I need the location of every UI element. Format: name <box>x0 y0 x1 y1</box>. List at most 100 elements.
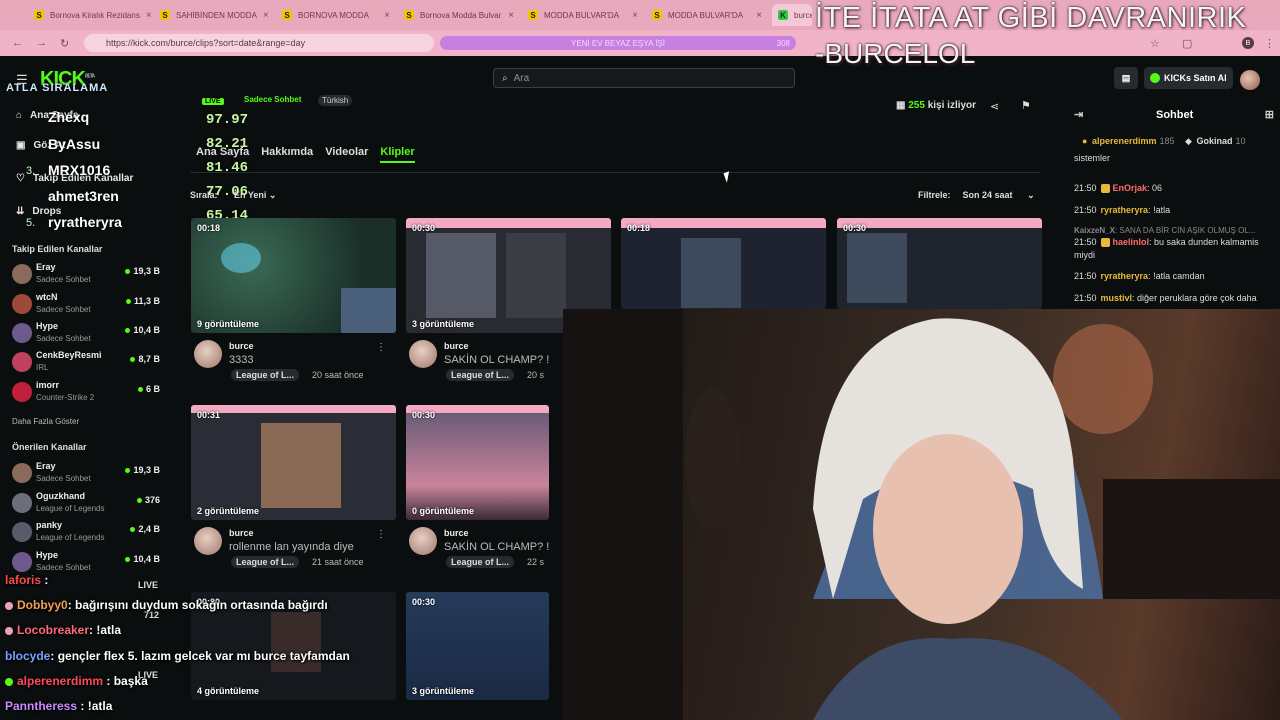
chat-message: sistemler <box>1074 152 1280 165</box>
share-icon[interactable]: ⋖ <box>990 100 999 113</box>
browser-tab-active[interactable]: Kburce <box>772 4 812 26</box>
tab-about[interactable]: Hakkımda <box>261 146 313 163</box>
clip-user[interactable]: burce <box>229 341 254 351</box>
search-input[interactable]: ⌕ Ara <box>493 68 795 88</box>
tab-label: Bornova Kiralık Rezidans <box>50 10 140 20</box>
gem-icon: ◆ <box>1185 136 1192 146</box>
browser-tab[interactable]: S MODDA BULVAR'DA × <box>646 4 768 26</box>
viewer-count-text: 10,4 B <box>133 325 160 335</box>
more-options-icon[interactable]: ⋮ <box>376 529 386 540</box>
channel-item-oguzkhand[interactable]: Oguzkhand League of Legends 376 <box>12 489 172 517</box>
badge-icon <box>5 677 13 686</box>
gift-icon[interactable]: ⚑ <box>1021 99 1031 112</box>
channel-category[interactable]: Sadece Sohbet <box>244 95 301 104</box>
avatar[interactable] <box>194 527 222 555</box>
channel-item-cenkbeyresmi[interactable]: CenkBeyResmi IRL 8,7 B <box>12 348 172 376</box>
close-icon[interactable]: × <box>626 10 638 21</box>
avatar[interactable] <box>194 340 222 368</box>
user-avatar[interactable] <box>1240 70 1260 90</box>
forward-icon[interactable]: → <box>36 37 47 49</box>
back-icon[interactable]: ← <box>12 37 23 49</box>
clip-thumbnail[interactable]: 00:31 2 görüntüleme <box>191 405 396 520</box>
chat-username[interactable]: ryratheryra <box>1101 271 1149 281</box>
show-more-link[interactable]: Daha Fazla Göster <box>12 417 79 426</box>
clip-thumbnail[interactable]: 00:18 <box>621 218 826 309</box>
channel-language-tag[interactable]: Türkish <box>318 95 353 106</box>
chat-username[interactable]: ryratheryra <box>1101 205 1149 215</box>
tab-clips[interactable]: Klipler <box>380 146 415 163</box>
library-button[interactable]: ▤ <box>1114 67 1138 89</box>
clip-thumbnail[interactable]: 00:30 3 görüntüleme <box>406 592 549 700</box>
channel-item-hype[interactable]: Hype Sadece Sohbet 10,4 B <box>12 548 172 576</box>
clip-user[interactable]: burce <box>229 528 254 538</box>
clip-thumbnail[interactable]: 00:18 9 görüntüleme <box>191 218 396 333</box>
clip-time: 20 saat önce <box>312 370 364 380</box>
browser-tab[interactable]: S BORNOVA MODDA × <box>276 4 396 26</box>
stream-overlay-title: İTE İTATA AT GİBİ DAVRANIRIK <box>815 2 1247 34</box>
sort-dropdown[interactable]: Sırala: En Yeni ⌄ <box>190 190 276 201</box>
channel-item-hype[interactable]: Hype Sadece Sohbet 10,4 B <box>12 319 172 347</box>
menu-dots-icon[interactable]: ⋮ <box>1264 37 1275 50</box>
browser-tab[interactable]: S MODDA BULVAR'DA × <box>522 4 644 26</box>
chat-text: : !atla <box>1148 205 1171 215</box>
extensions-icon[interactable]: ▢ <box>1182 37 1192 50</box>
bookmark-star-icon[interactable]: ☆ <box>1150 37 1160 50</box>
chat-username[interactable]: mustivl <box>1101 293 1133 303</box>
viewer-count-text: 11,3 B <box>133 296 160 306</box>
gift-icon[interactable]: ⊞ <box>1265 108 1274 121</box>
tab-home[interactable]: Ana Sayfa <box>196 146 249 163</box>
clip-title[interactable]: SAKİN OL CHAMP? ! <box>444 354 549 366</box>
gifter-name[interactable]: Gokinad <box>1196 136 1232 146</box>
buy-kicks-label: KICKs Satın Al <box>1164 73 1227 83</box>
close-icon[interactable]: × <box>750 10 762 21</box>
tab-favicon-icon: S <box>282 10 292 20</box>
clip-title[interactable]: 3333 <box>229 354 253 366</box>
chat-username[interactable]: KaixzeN_X <box>1074 226 1115 235</box>
clip-thumbnail[interactable]: 00:30 <box>837 218 1042 309</box>
channel-item-wtcn[interactable]: wtcN Sadece Sohbet 11,3 B <box>12 290 172 318</box>
avatar[interactable] <box>409 527 437 555</box>
clip-category-tag[interactable]: League of L... <box>446 556 515 568</box>
gifter-name[interactable]: alperenerdimm <box>1092 136 1157 146</box>
url-field[interactable]: https://kick.com/burce/clips?sort=date&r… <box>84 34 434 52</box>
profile-icon[interactable]: B <box>1242 37 1254 49</box>
avatar[interactable] <box>409 340 437 368</box>
close-icon[interactable]: × <box>140 10 152 21</box>
clip-title[interactable]: rollenme lan yayında diye <box>229 541 354 553</box>
close-icon[interactable]: × <box>502 10 514 21</box>
buy-kicks-button[interactable]: KICKs Satın Al <box>1144 67 1233 89</box>
browser-tab[interactable]: S Bornova Modda Bulvar × <box>398 4 520 26</box>
channel-item-panky[interactable]: panky League of Legends 2,4 B <box>12 518 172 546</box>
clip-category-tag[interactable]: League of L... <box>231 369 300 381</box>
clip-user[interactable]: burce <box>444 528 469 538</box>
collapse-chat-icon[interactable]: ⇥ <box>1074 108 1083 121</box>
clip-category-tag[interactable]: League of L... <box>446 369 515 381</box>
close-icon[interactable]: × <box>378 10 390 21</box>
clip-duration: 00:31 <box>197 410 221 420</box>
channel-name: Hype <box>36 321 59 331</box>
tab-videos[interactable]: Videolar <box>325 146 368 163</box>
clip-thumbnail[interactable]: 00:30 0 görüntüleme <box>406 405 549 520</box>
channel-item-eray[interactable]: Eray Sadece Sohbet 19,3 B <box>12 459 172 487</box>
stream-chat-line: Locobreaker: !atla <box>5 623 121 637</box>
clip-category-tag[interactable]: League of L... <box>231 556 300 568</box>
close-icon[interactable]: × <box>257 10 269 21</box>
chat-username[interactable]: EnOrjak <box>1113 183 1148 193</box>
viewer-count-text: 10,4 B <box>133 554 160 564</box>
browser-tab[interactable]: S SAHİBİNDEN MODDA × <box>154 4 274 26</box>
webcam-feed <box>563 309 1280 720</box>
filter-dropdown[interactable]: Filtrele: Son 24 saat ⌄ <box>918 190 1035 201</box>
mirror-shape <box>685 389 741 529</box>
lamp-glow <box>1053 324 1153 434</box>
chat-username[interactable]: haelinlol <box>1113 237 1150 247</box>
channel-item-imorr[interactable]: imorr Counter-Strike 2 6 B <box>12 378 172 406</box>
channel-name: Eray <box>36 461 56 471</box>
reload-icon[interactable]: ↻ <box>60 37 69 50</box>
chat-panel: ⇥ Sohbet ⊞ ● alperenerdimm 185 ◆ Gokinad 1… <box>1062 98 1280 310</box>
channel-item-eray[interactable]: Eray Sadece Sohbet 19,3 B <box>12 260 172 288</box>
more-options-icon[interactable]: ⋮ <box>376 342 386 353</box>
clip-title[interactable]: SAKİN OL CHAMP? ! <box>444 541 549 553</box>
face-shape <box>873 434 1023 624</box>
browser-tab[interactable]: S Bornova Kiralık Rezidans × <box>28 4 152 26</box>
clip-user[interactable]: burce <box>444 341 469 351</box>
